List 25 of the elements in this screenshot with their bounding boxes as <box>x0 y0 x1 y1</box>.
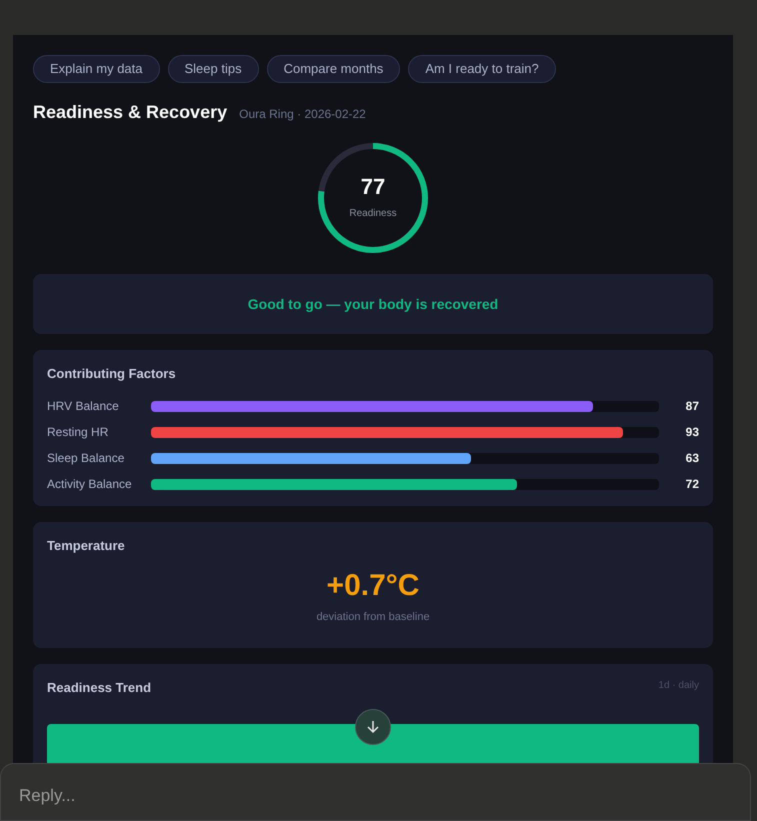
suggestion-chip[interactable]: Explain my data <box>33 55 160 83</box>
factor-name: HRV Balance <box>47 398 120 415</box>
factor-value: 93 <box>684 424 699 441</box>
factor-name: Resting HR <box>47 424 110 441</box>
card-title: Contributing Factors <box>47 365 177 383</box>
temperature-value: +0.7°C <box>326 571 420 601</box>
arrow-down-icon <box>365 719 381 735</box>
suggestion-chip[interactable]: Am I ready to train? <box>408 55 556 83</box>
card-title: Temperature <box>47 536 126 555</box>
factor-value: 63 <box>684 450 699 467</box>
factor-value: 87 <box>684 398 699 415</box>
readiness-score: 77 <box>360 176 386 198</box>
suggestion-chip[interactable]: Sleep tips <box>168 55 259 83</box>
score-label: Readiness <box>349 206 397 220</box>
source-date: Oura Ring · 2026-02-22 <box>239 106 366 123</box>
card-title: Readiness Trend <box>47 678 152 696</box>
trend-range: 1d · daily <box>658 678 699 692</box>
factor-value: 72 <box>684 476 699 493</box>
page-title: Readiness & Recovery <box>33 101 228 124</box>
temperature-caption: deviation from baseline <box>316 610 430 625</box>
reply-field[interactable]: Reply... <box>0 763 751 821</box>
status-message: Good to go — your body is recovered <box>248 294 498 314</box>
factor-name: Sleep Balance <box>47 450 126 467</box>
factor-name: Activity Balance <box>47 476 133 493</box>
suggestion-chip[interactable]: Compare months <box>266 55 400 83</box>
